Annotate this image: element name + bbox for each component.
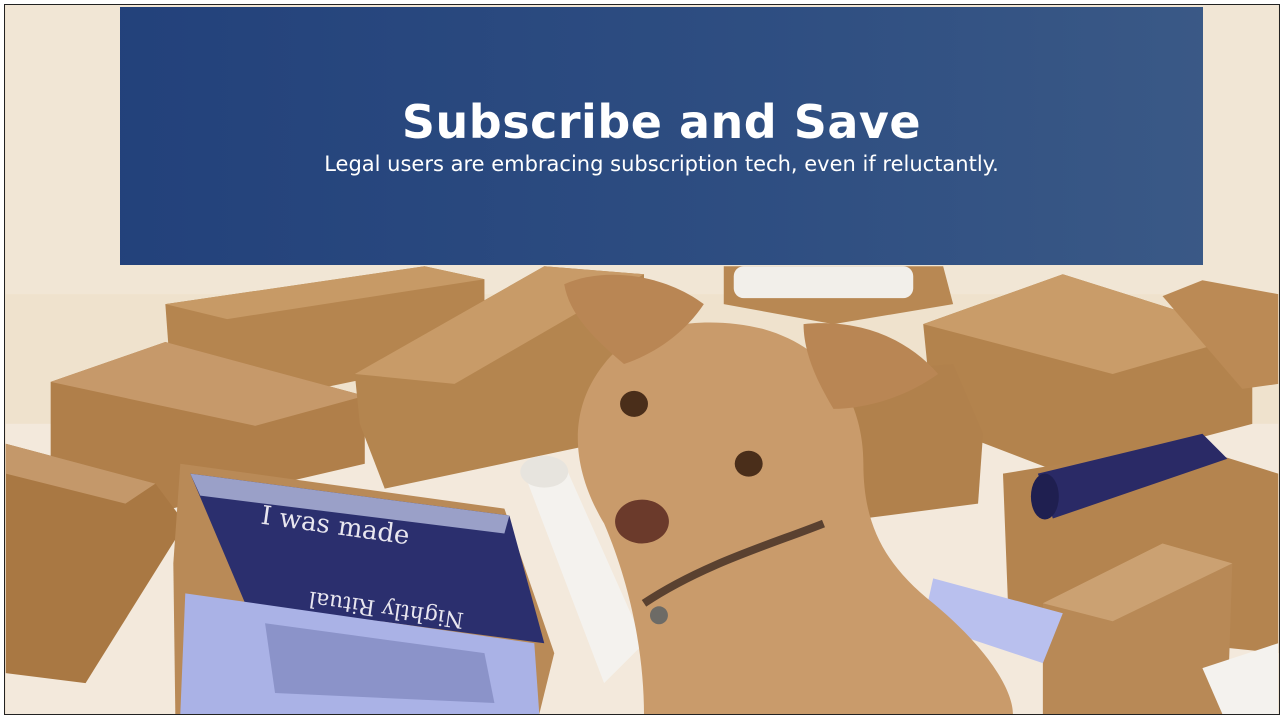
slide-title: Subscribe and Save (401, 95, 922, 149)
title-banner: Subscribe and Save Legal users are embra… (120, 7, 1203, 265)
slide: I was made Nightly Ritual Subscribe and … (4, 4, 1280, 715)
slide-subtitle: Legal users are embracing subscription t… (324, 152, 999, 176)
